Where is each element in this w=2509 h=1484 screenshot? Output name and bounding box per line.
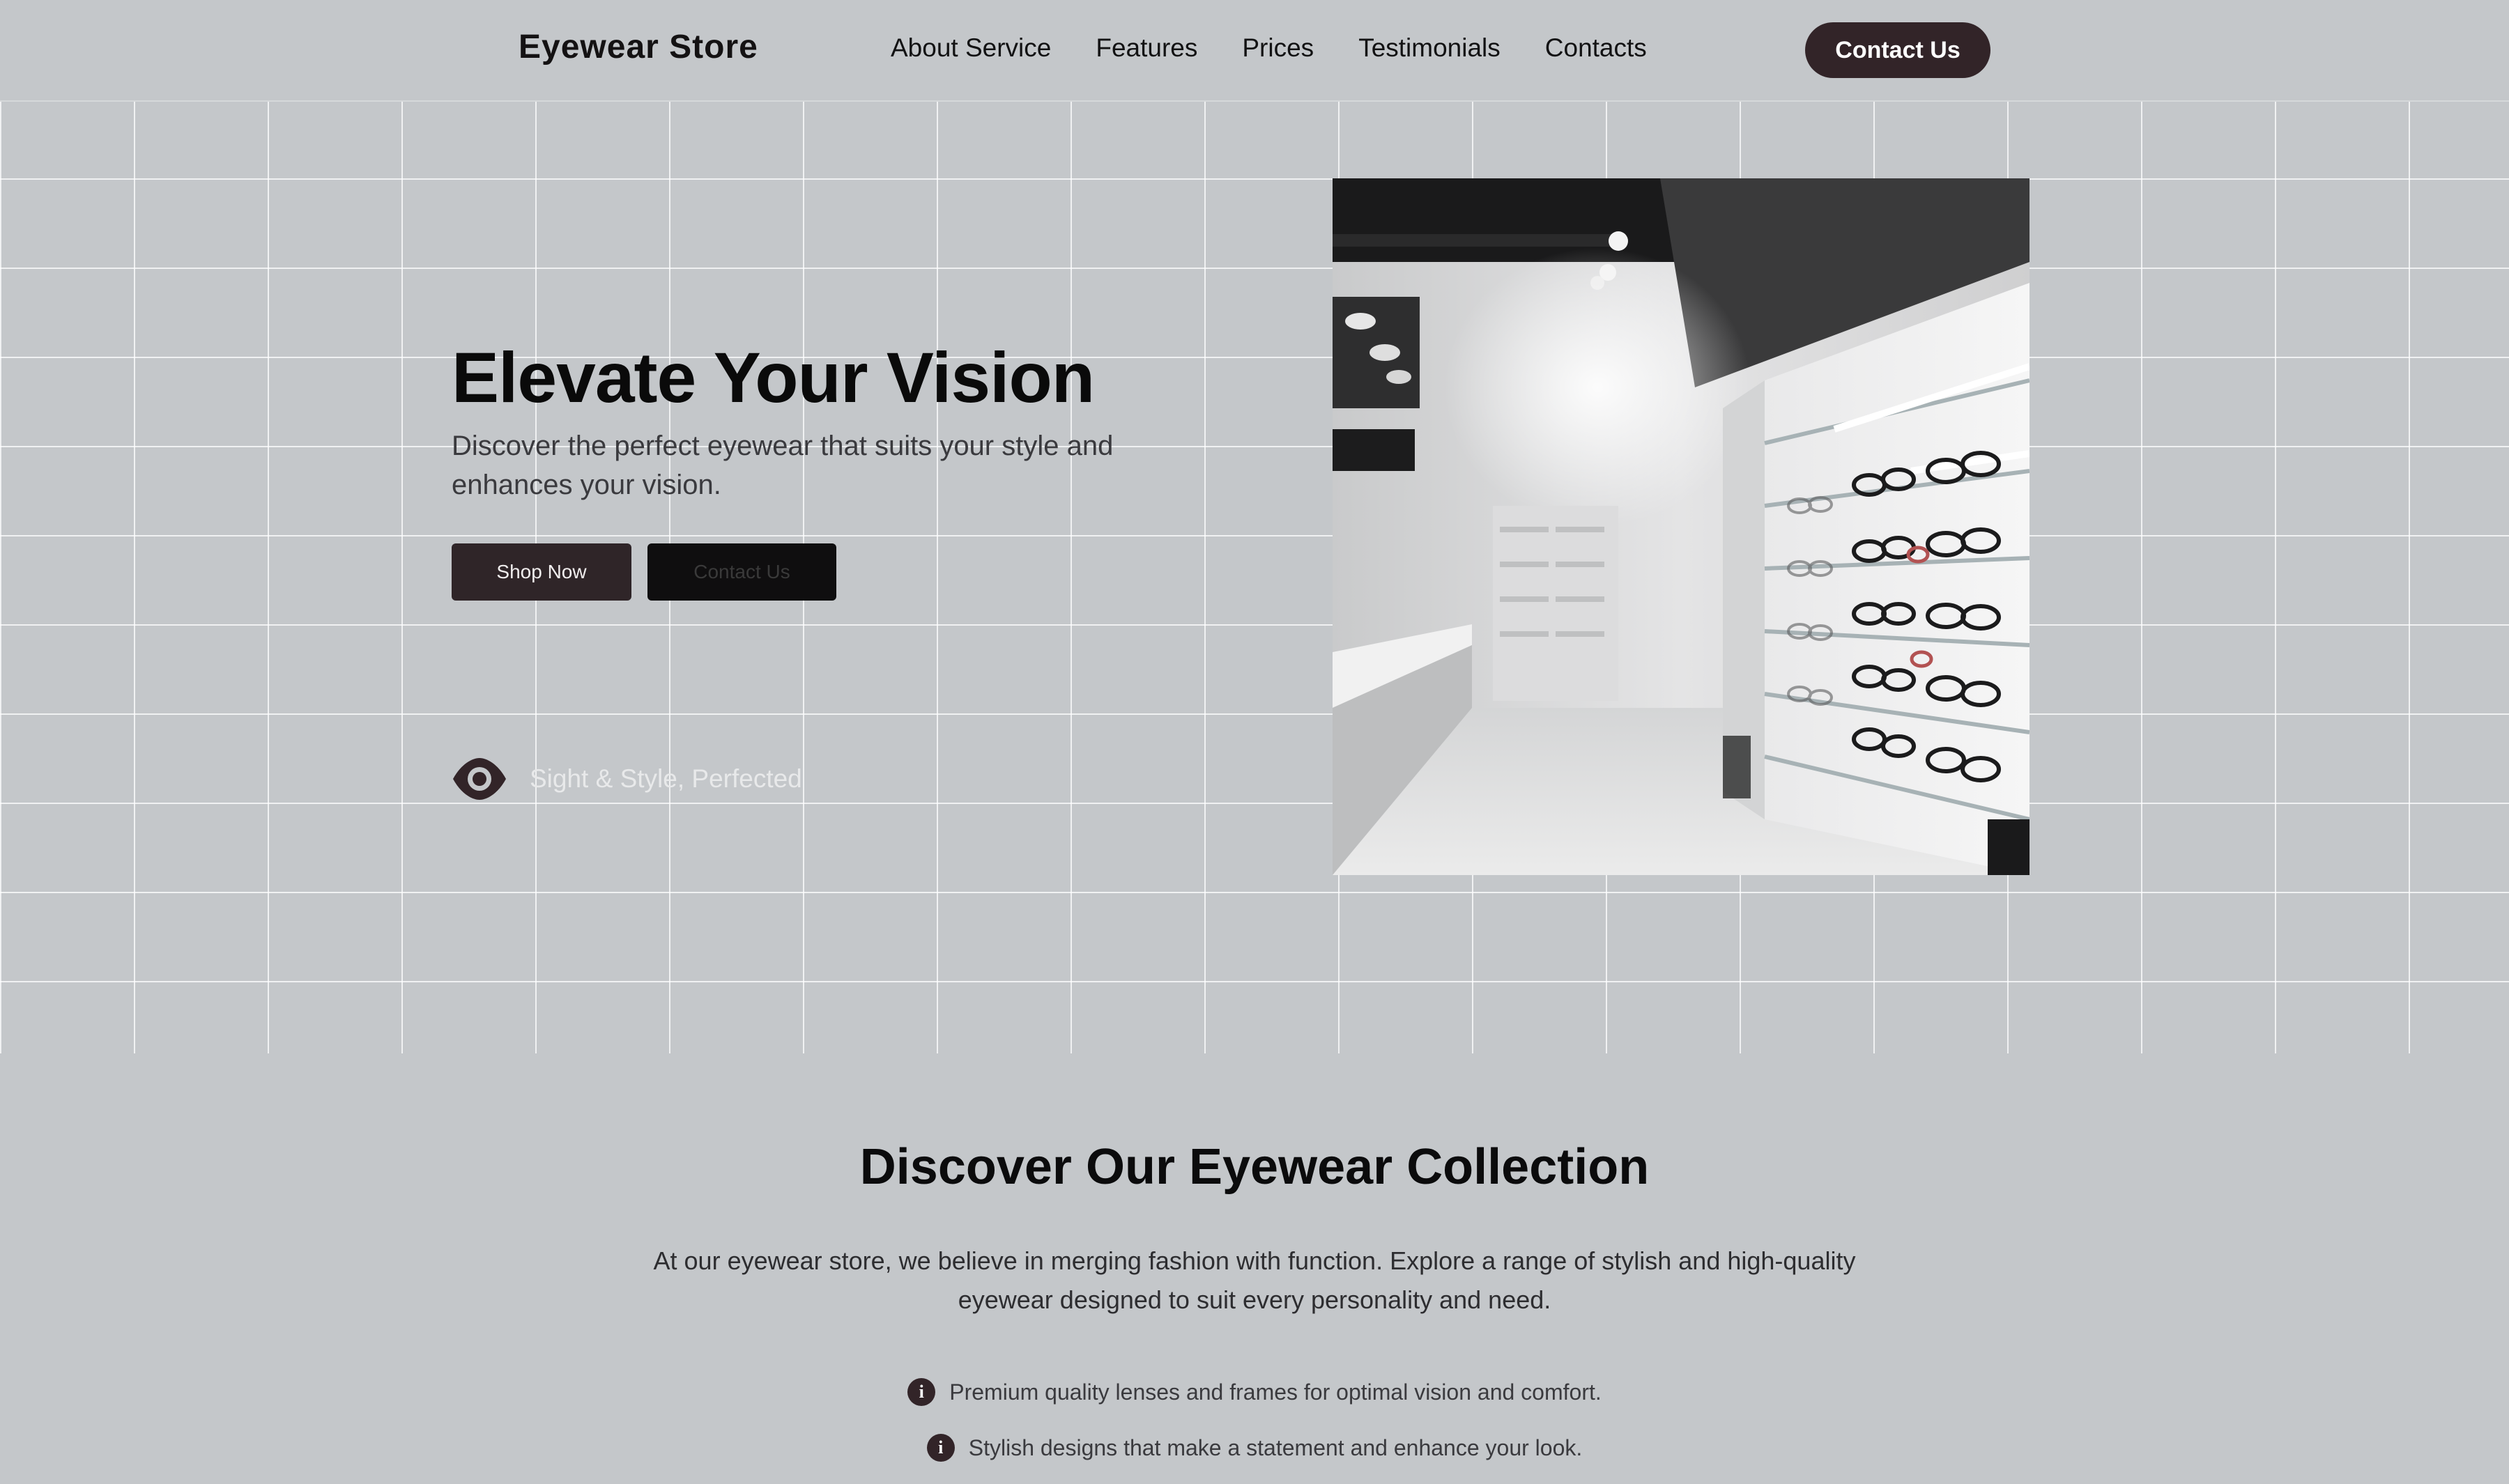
hero-title: Elevate Your Vision	[452, 338, 1095, 417]
hero-section: Elevate Your Vision Discover the perfect…	[0, 102, 2509, 1053]
tagline-text: Sight & Style, Perfected	[530, 764, 802, 793]
main-nav: About Service Features Prices Testimonia…	[891, 33, 1691, 63]
nav-link-contacts[interactable]: Contacts	[1545, 33, 1647, 63]
info-icon: i	[907, 1378, 936, 1406]
header-contact-button[interactable]: Contact Us	[1805, 22, 1990, 78]
list-item: i Premium quality lenses and frames for …	[0, 1364, 2509, 1420]
list-item: i Stylish designs that make a statement …	[0, 1420, 2509, 1476]
list-item: i	[0, 1476, 2509, 1484]
feature-list: i Premium quality lenses and frames for …	[0, 1364, 2509, 1484]
feature-text: Stylish designs that make a statement an…	[968, 1435, 1583, 1460]
nav-link-prices[interactable]: Prices	[1242, 33, 1314, 63]
shop-now-button[interactable]: Shop Now	[452, 543, 631, 601]
store-shelves-image	[1333, 178, 2030, 875]
hero-subtitle: Discover the perfect eyewear that suits …	[452, 431, 1114, 500]
page: Eyewear Store About Service Features Pri…	[0, 0, 2509, 1484]
tagline: Sight & Style, Perfected	[452, 757, 802, 801]
nav-link-features[interactable]: Features	[1096, 33, 1197, 63]
nav-link-about-service[interactable]: About Service	[891, 33, 1051, 63]
eye-icon	[453, 758, 506, 800]
store-shelves-illustration	[1333, 178, 2030, 875]
hero-contact-button[interactable]: Contact Us	[647, 543, 836, 601]
brand-logo[interactable]: Eyewear Store	[519, 28, 758, 66]
feature-text: Premium quality lenses and frames for op…	[949, 1379, 1602, 1405]
nav-link-testimonials[interactable]: Testimonials	[1358, 33, 1501, 63]
collection-description: At our eyewear store, we believe in merg…	[653, 1246, 1856, 1314]
info-icon: i	[926, 1434, 955, 1462]
collection-title: Discover Our Eyewear Collection	[859, 1139, 1650, 1195]
site-header: Eyewear Store About Service Features Pri…	[0, 0, 2509, 102]
